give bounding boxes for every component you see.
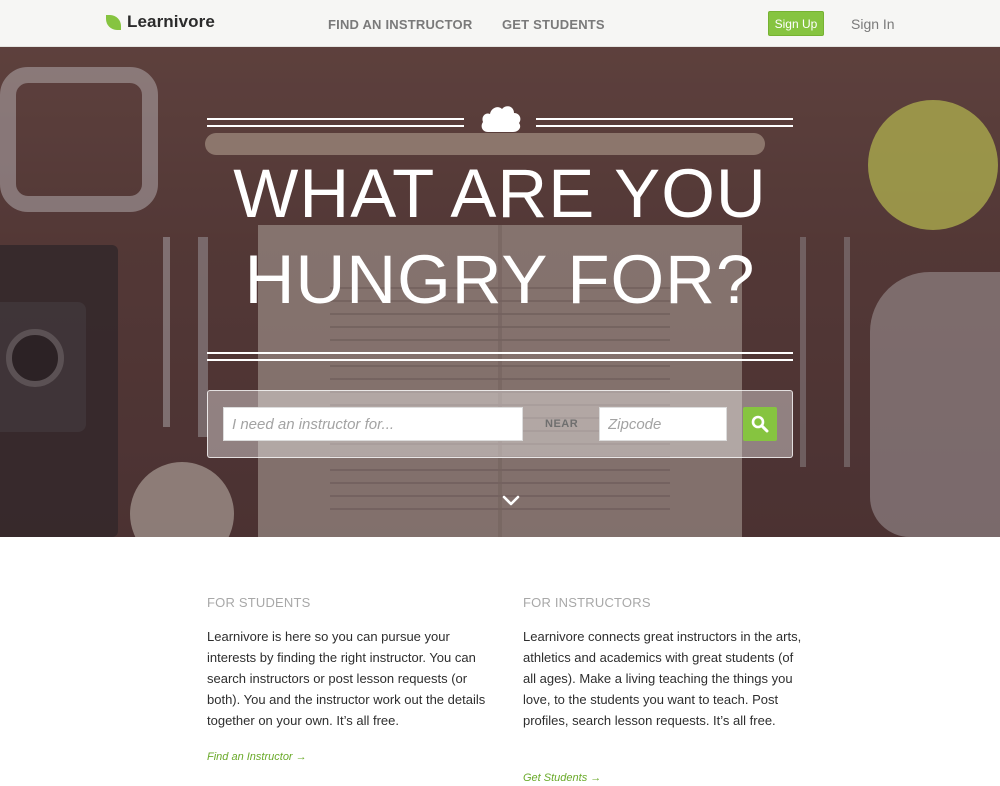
nav-get-students[interactable]: GET STUDENTS xyxy=(502,17,605,32)
logo[interactable]: Learnivore xyxy=(106,12,215,32)
for-students-section: FOR STUDENTS Learnivore is here so you c… xyxy=(207,595,487,731)
site-header: Learnivore FIND AN INSTRUCTOR GET STUDEN… xyxy=(0,0,1000,47)
leaf-icon xyxy=(106,14,121,30)
hero-headline-line-2: HUNGRY FOR? xyxy=(244,241,756,318)
for-students-text: Learnivore is here so you can pursue you… xyxy=(207,629,486,728)
chevron-down-icon[interactable] xyxy=(502,495,520,507)
near-label: NEAR xyxy=(545,418,579,430)
for-instructors-text: Learnivore connects great instructors in… xyxy=(523,629,802,728)
hero-rule-top-left-2 xyxy=(207,125,464,127)
zipcode-input[interactable] xyxy=(599,407,727,441)
search-panel: NEAR xyxy=(207,390,793,458)
nav-find-instructor[interactable]: FIND AN INSTRUCTOR xyxy=(328,17,472,32)
find-instructor-link[interactable]: Find an Instructor → xyxy=(207,751,307,763)
search-button[interactable] xyxy=(743,407,777,441)
sign-in-link[interactable]: Sign In xyxy=(851,16,895,32)
instructor-search-input[interactable] xyxy=(223,407,523,441)
hero-rule-bottom-2 xyxy=(207,359,793,361)
hero-headline: WHAT ARE YOU HUNGRY FOR? xyxy=(0,151,1000,323)
hero-section: WHAT ARE YOU HUNGRY FOR? NEAR xyxy=(0,47,1000,537)
get-students-link[interactable]: Get Students → xyxy=(523,772,601,784)
for-students-heading: FOR STUDENTS xyxy=(207,595,311,610)
cloud-icon xyxy=(481,106,521,132)
hero-rule-top-left-1 xyxy=(207,118,464,120)
background-photo-baseball xyxy=(130,462,234,537)
sign-up-button[interactable]: Sign Up xyxy=(768,11,824,36)
background-photo-camera-lens xyxy=(6,329,64,387)
hero-rule-top-right-1 xyxy=(536,118,793,120)
for-instructors-section: FOR INSTRUCTORS Learnivore connects grea… xyxy=(523,595,803,731)
search-icon xyxy=(751,415,769,433)
hero-rule-bottom-1 xyxy=(207,352,793,354)
hero-headline-line-1: WHAT ARE YOU xyxy=(233,155,767,232)
logo-text: Learnivore xyxy=(127,12,215,31)
for-instructors-heading: FOR INSTRUCTORS xyxy=(523,595,651,610)
hero-rule-top-right-2 xyxy=(536,125,793,127)
